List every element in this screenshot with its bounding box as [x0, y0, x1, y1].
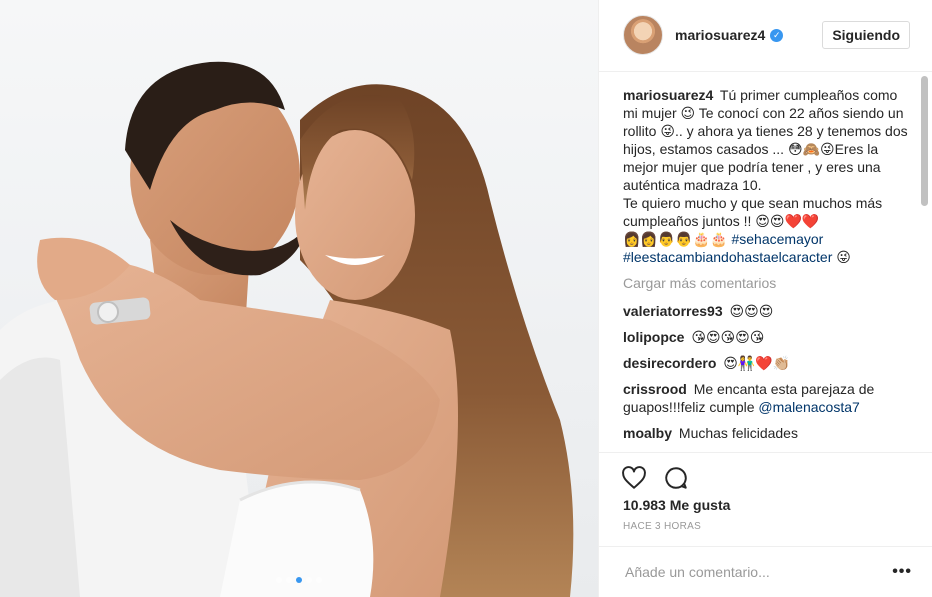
- load-more-comments-link[interactable]: Cargar más comentarios: [623, 274, 914, 292]
- post-header: mariosuarez4 ✓ Siguiendo: [599, 0, 932, 72]
- caption-text-2: Te quiero mucho y que sean muchos más cu…: [623, 194, 883, 229]
- comment-item: crissrood Me encanta esta parejaza de gu…: [623, 380, 914, 416]
- comment-text: Muchas felicidades: [678, 424, 798, 441]
- comment-mention-link[interactable]: @malenacosta7: [758, 399, 859, 415]
- post-photo[interactable]: [0, 0, 598, 597]
- comments-scrollbar[interactable]: [921, 75, 928, 206]
- carousel-dot[interactable]: [306, 577, 312, 583]
- add-comment-bar: •••: [599, 545, 932, 597]
- comment-item: moalby Muchas felicidades: [623, 424, 914, 442]
- carousel-dot[interactable]: [286, 577, 292, 583]
- comment-text: 😘😍😘😍😘: [691, 328, 765, 345]
- caption-emoji-line: 👩👩👨👨🎂🎂: [623, 230, 728, 247]
- carousel-dot[interactable]: [316, 577, 322, 583]
- like-count[interactable]: 10.983 Me gusta: [599, 491, 932, 513]
- post-author-username[interactable]: mariosuarez4: [675, 27, 765, 43]
- couple-photo-illustration: [0, 61, 574, 597]
- post-actions: [599, 451, 932, 491]
- hashtag-link[interactable]: #leestacambiandohastaelcaracter: [623, 249, 832, 265]
- post-side-panel: mariosuarez4 ✓ Siguiendo mariosuarez4 Tú…: [598, 0, 932, 597]
- comment-bubble-icon[interactable]: [663, 465, 689, 491]
- comment-username[interactable]: lolipopce: [623, 329, 684, 345]
- following-button[interactable]: Siguiendo: [822, 21, 910, 50]
- comments-list[interactable]: mariosuarez4 Tú primer cumpleaños como m…: [599, 72, 932, 452]
- more-options-icon[interactable]: •••: [892, 563, 912, 581]
- comment-username[interactable]: moalby: [623, 425, 672, 441]
- comment-item: lolipopce 😘😍😘😍😘: [623, 328, 914, 346]
- comment-text: 😍😍😍: [729, 302, 774, 319]
- comment-username[interactable]: valeriatorres93: [623, 303, 723, 319]
- heart-icon[interactable]: [621, 465, 647, 491]
- comment-input[interactable]: [623, 562, 893, 581]
- comment-item: valeriatorres93 😍😍😍: [623, 302, 914, 320]
- avatar[interactable]: [623, 15, 663, 56]
- hashtag-link[interactable]: #sehacemayor: [731, 231, 823, 247]
- carousel-indicator[interactable]: [0, 577, 598, 583]
- comment-username[interactable]: crissrood: [623, 381, 687, 397]
- post-viewer: mariosuarez4 ✓ Siguiendo mariosuarez4 Tú…: [0, 0, 932, 597]
- verified-badge-icon: ✓: [770, 28, 784, 42]
- comment-username[interactable]: desirecordero: [623, 355, 716, 371]
- comment-text: 😍👫❤️👏🏼: [723, 354, 791, 371]
- post-caption: mariosuarez4 Tú primer cumpleaños como m…: [623, 86, 914, 266]
- post-timestamp[interactable]: HACE 3 HORAS: [599, 513, 932, 532]
- carousel-dot[interactable]: [276, 577, 282, 583]
- caption-username[interactable]: mariosuarez4: [623, 87, 713, 103]
- hashtag-emoji: 😜: [836, 248, 851, 265]
- carousel-dot-active[interactable]: [296, 577, 302, 583]
- comment-item: desirecordero 😍👫❤️👏🏼: [623, 354, 914, 372]
